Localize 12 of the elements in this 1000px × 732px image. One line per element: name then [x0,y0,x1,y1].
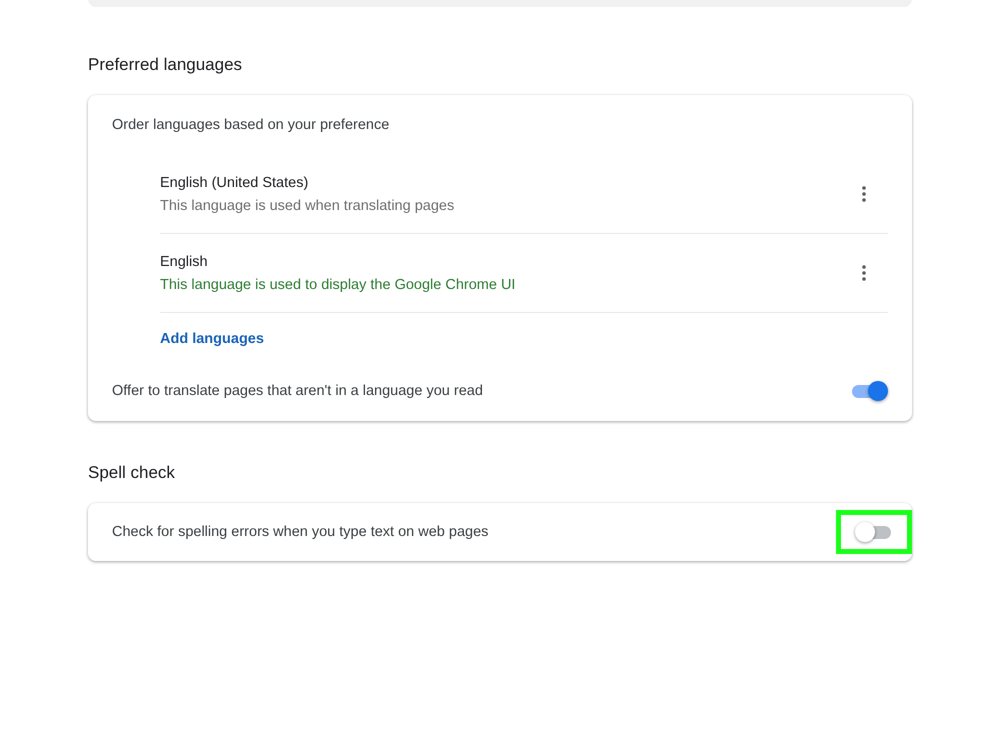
add-languages-link[interactable]: Add languages [160,313,264,361]
language-name: English [160,254,209,270]
language-note: This language is used to display the Google Chrome UI [160,276,516,292]
section-heading: Preferred languages [88,55,242,75]
spell-check-label: Check for spelling errors when you type text on web pages [112,524,488,540]
order-label: Order languages based on your preference [112,117,390,133]
translate-offer-label: Offer to translate pages that aren't in a language you read [112,383,483,399]
language-name: English (United States) [160,174,310,190]
language-note: This language is used when translating pages [160,198,454,214]
spell-check-toggle[interactable] [855,521,893,543]
section-heading: Spell check [88,463,175,483]
translate-toggle[interactable] [850,380,888,402]
